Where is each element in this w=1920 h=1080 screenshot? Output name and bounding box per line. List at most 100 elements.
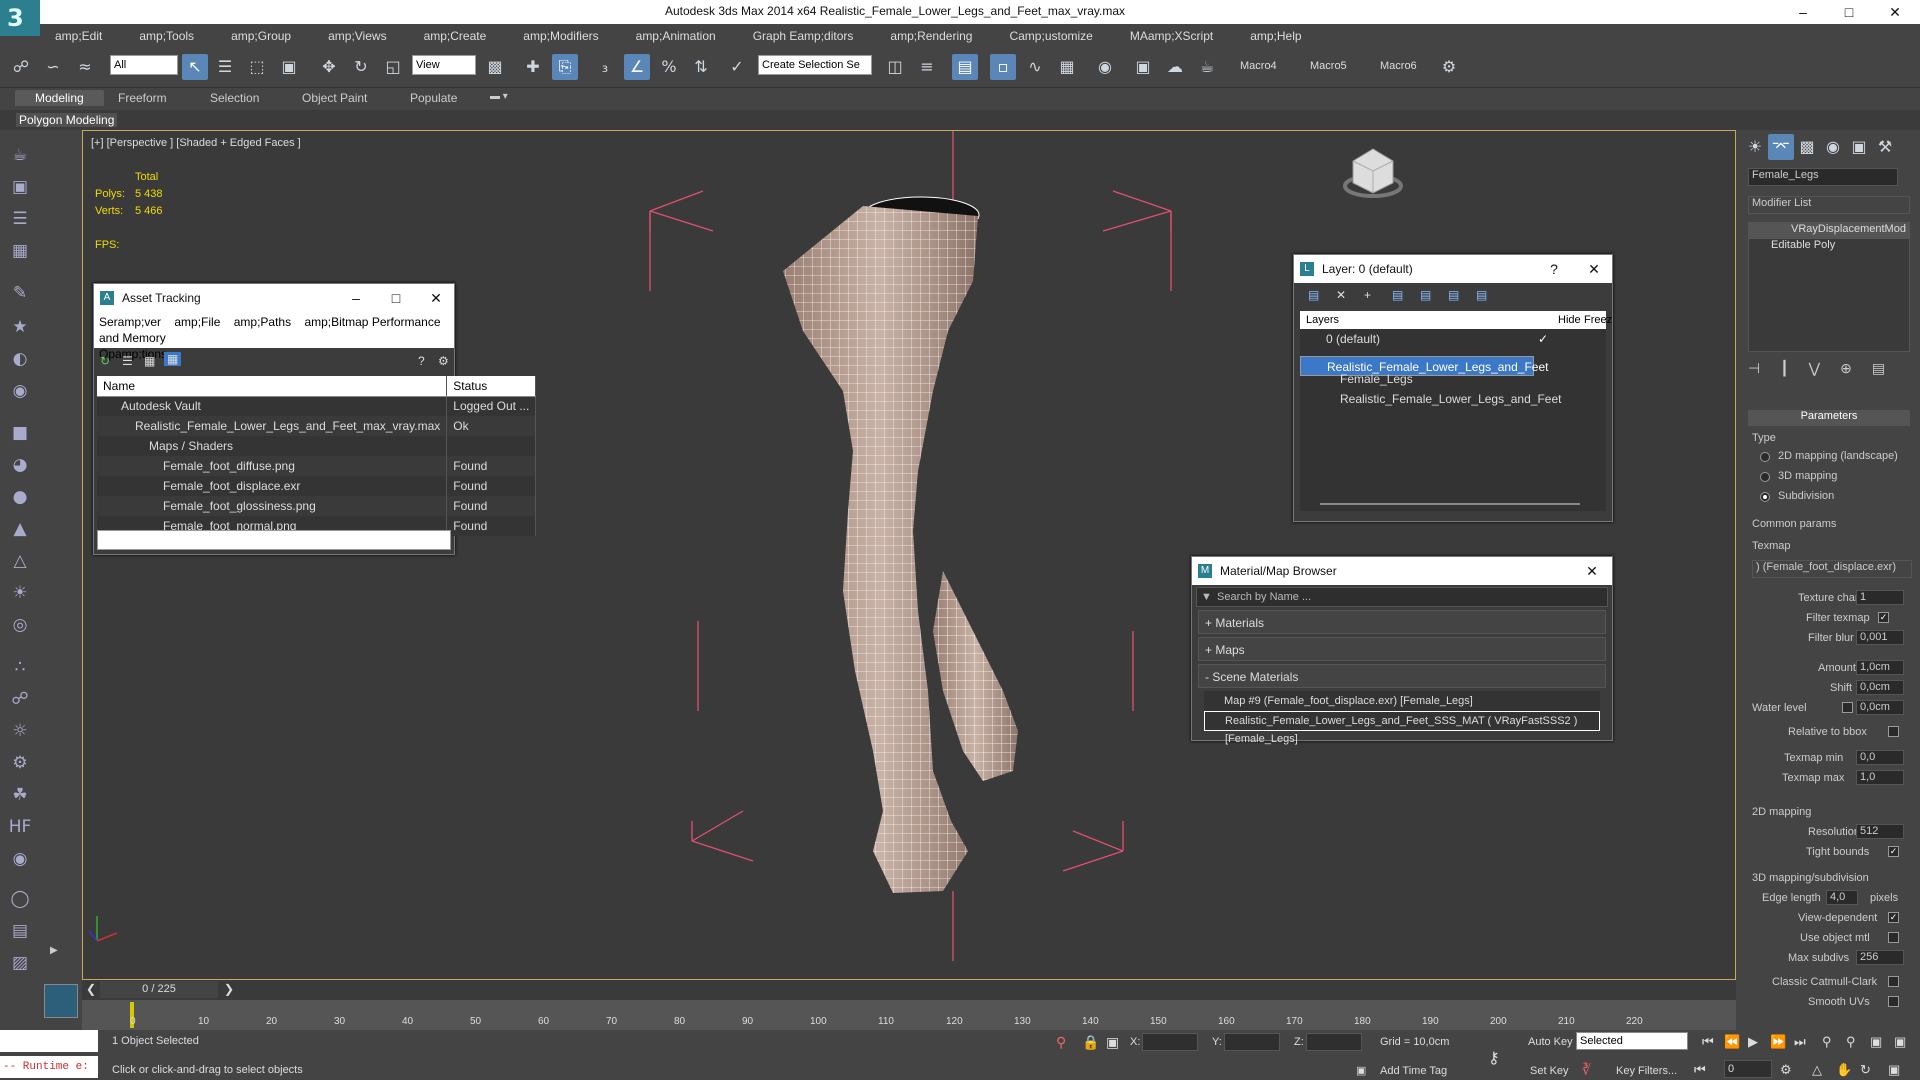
pivot-center-icon[interactable]: ▩ [482,54,508,80]
water-level-checkbox[interactable] [1842,702,1853,713]
grid-view-icon[interactable]: ▦ [164,352,182,366]
table-row[interactable]: Female_foot_displace.exr Found [97,476,537,496]
panel-icon[interactable]: ▦ [7,238,33,264]
named-selection-dropdown[interactable]: Create Selection Se [758,55,872,75]
material-browser-close-button[interactable]: ✕ [1572,557,1612,585]
key-mode-toggle-icon[interactable]: ⏮ [1694,1062,1706,1078]
rendered-frame-icon[interactable]: ☁ [1162,54,1188,80]
menu-help[interactable]: amp;Help [1235,29,1301,43]
isolate-icon[interactable]: ⚲ [1056,1034,1066,1051]
modifier-list-dropdown[interactable]: Modifier List [1748,196,1910,214]
vray-icon[interactable]: ▨ [7,950,33,976]
tab-selection[interactable]: Selection [210,91,259,105]
globe-icon[interactable]: ◯ [7,886,33,912]
zoom-extents-all-icon[interactable]: ▣ [1894,1034,1906,1050]
manipulate-icon[interactable]: ✚ [520,54,546,80]
key-icon[interactable]: ⚷ [1488,1048,1500,1068]
help-icon[interactable]: ? [418,354,425,368]
script-gear-icon[interactable]: ⚙ [1436,54,1462,80]
water-level-spinner[interactable]: 0,0cm [1856,700,1904,715]
render-setup-icon[interactable]: ▣ [1130,54,1156,80]
window-crossing-icon[interactable]: ▣ [276,54,302,80]
add-to-layer-icon[interactable]: + [1364,288,1371,302]
prev-key-icon[interactable]: ⏪ [1724,1034,1740,1050]
parameters-rollout[interactable]: Parameters [1748,410,1910,426]
polygon-modeling-label[interactable]: Polygon Modeling [16,113,118,127]
mirror-icon[interactable]: ◫ [882,54,908,80]
snaps-toggle-icon[interactable]: ₃ [592,54,618,80]
auto-key-button[interactable]: Auto Key [1528,1036,1573,1048]
goto-start-icon[interactable]: ⏮ [1702,1034,1714,1050]
current-frame-field[interactable]: 0 [1724,1060,1772,1078]
filter-texmap-checkbox[interactable]: ✓ [1878,612,1889,623]
active-layer-check-icon[interactable]: ✓ [1538,329,1548,349]
refresh-icon[interactable]: ↻ [100,354,110,368]
table-row[interactable]: Maps / Shaders [97,436,537,456]
play-icon[interactable]: ▶ [1748,1034,1758,1050]
smooth-uvs-checkbox[interactable] [1888,996,1899,1007]
menu-modifiers[interactable]: amp;Modifiers [508,29,598,43]
lock-selection-icon[interactable]: 🔒 [1082,1034,1099,1051]
asset-tracking-window[interactable]: A Asset Tracking – □ ✕ Seramp;ver amp;Fi… [93,283,537,555]
key-filters-button[interactable]: Key Filters... [1616,1065,1677,1077]
table-row[interactable]: Autodesk Vault Logged Out ... [97,396,537,416]
material-browser-window[interactable]: M Material/Map Browser ✕ ▼ Search by Nam… [1191,556,1613,745]
asset-close-button[interactable]: ✕ [416,284,456,312]
utilities-tab-icon[interactable]: ⚒ [1872,134,1898,160]
align-icon[interactable]: ≡ [914,54,940,80]
layer-scrollbar[interactable] [1320,503,1580,505]
sphere-half-icon[interactable]: ◐ [7,346,33,372]
brush-icon[interactable]: ◉ [7,846,33,872]
col-name[interactable]: Name [97,376,448,397]
time-slider[interactable]: ❮ 0 / 225 ❯ [82,980,1736,1000]
tab-modeling[interactable]: Modeling [15,90,104,106]
perspective-viewport[interactable]: [+] [Perspective ] [Shaded + Edged Faces… [82,130,1736,980]
render-icon[interactable]: ▣ [7,174,33,200]
table-view-icon[interactable]: ▦ [144,354,155,368]
table-row[interactable]: Female_foot_glossiness.png Found [97,496,537,516]
link-chain-icon[interactable]: ☍ [7,686,33,712]
selection-filter-dropdown[interactable]: All [110,55,178,75]
next-key-icon[interactable]: ⏩ [1770,1034,1786,1050]
configure-sets-icon[interactable]: ▤ [1872,360,1885,376]
paint-icon[interactable]: ✎ [7,280,33,306]
menu-views[interactable]: amp;Views [313,29,386,43]
modify-tab-icon[interactable]: ⌤ [1768,134,1794,160]
remove-modifier-icon[interactable]: ⊕ [1840,360,1852,376]
hide-layers-icon[interactable]: ▤ [1448,288,1459,302]
texmap-max-spinner[interactable]: 1,0 [1856,770,1904,785]
x-coord-field[interactable] [1142,1033,1198,1051]
relative-bbox-checkbox[interactable] [1888,726,1899,737]
freeze-layers-icon[interactable]: ▤ [1476,288,1487,302]
next-frame-icon[interactable]: ❯ [224,982,234,996]
box-icon[interactable]: ■ [7,420,33,446]
fx-icon[interactable]: ★ [7,314,33,340]
percent-snap-icon[interactable]: % [656,54,682,80]
menu-tools[interactable]: amp;Tools [124,29,194,43]
zoom-all-icon[interactable]: ⚲ [1846,1034,1856,1050]
minimize-button[interactable]: – [1780,0,1826,24]
zoom-icon[interactable]: ⚲ [1822,1034,1832,1050]
section-maps[interactable]: + Maps [1198,637,1606,661]
tab-populate[interactable]: Populate [410,91,457,105]
asset-minimize-button[interactable]: – [336,284,376,312]
layer-explorer-window[interactable]: L Layer: 0 (default) ? ✕ ▤ ✕ + ▤ ▤ ▤ ▤ L… [1293,254,1613,522]
z-coord-field[interactable] [1306,1033,1362,1051]
maximize-button[interactable]: □ [1826,0,1872,24]
rect-selection-icon[interactable]: ⬚ [244,54,270,80]
menu-create[interactable]: amp;Create [409,29,487,43]
add-time-tag-icon[interactable]: ▣ [1356,1064,1366,1077]
y-coord-field[interactable] [1224,1033,1280,1051]
ribbon-options-icon[interactable]: ▬ ▾ [490,91,508,102]
asset-menu-file[interactable]: amp;File [174,315,220,329]
camera-icon[interactable]: ◉ [7,378,33,404]
scene-material-item[interactable]: Map #9 (Female_foot_displace.exr) [Femal… [1204,691,1600,711]
use-object-mtl-checkbox[interactable] [1888,932,1899,943]
menu-animation[interactable]: amp;Animation [621,29,716,43]
filter-blur-spinner[interactable]: 0,001 [1856,630,1904,645]
list-icon[interactable]: ☰ [7,206,33,232]
maxscript-runtime[interactable]: -- Runtime e: [0,1056,98,1078]
search-dropdown-icon[interactable]: ▼ [1201,588,1212,606]
material-search-input[interactable]: ▼ Search by Name ... [1196,587,1608,607]
col-status[interactable]: Status [446,376,537,397]
